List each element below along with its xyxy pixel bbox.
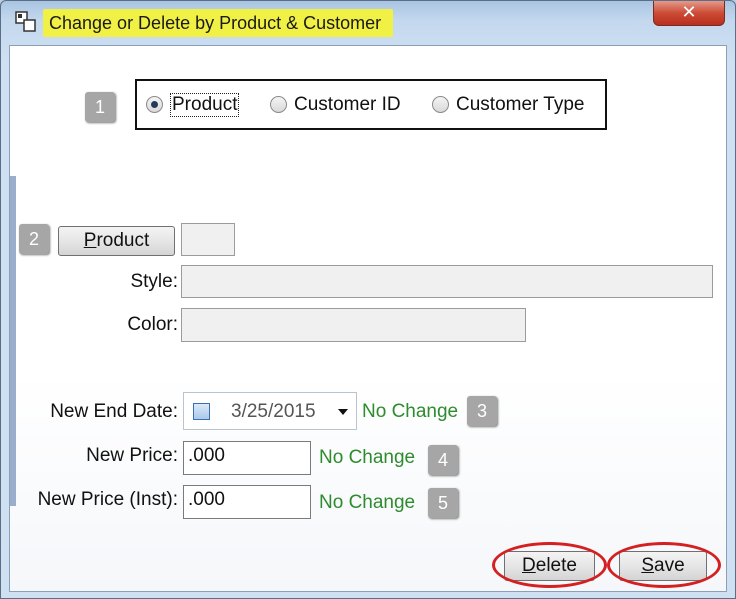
dialog-body: 1 Product Customer ID Customer Type 2 Pr…: [9, 45, 727, 592]
end-date-checkbox[interactable]: [193, 403, 210, 420]
radio-label-customer-type: Customer Type: [456, 94, 585, 115]
step-badge-4: 4: [428, 445, 458, 475]
left-edge-bar: [10, 176, 16, 506]
new-price-inst-label: New Price (Inst):: [37, 489, 178, 510]
close-icon: ✕: [681, 2, 697, 22]
radio-label-customer-id: Customer ID: [294, 94, 401, 115]
new-price-inst-input[interactable]: .000: [183, 485, 311, 519]
app-icon: [15, 11, 36, 32]
delete-annotation-circle: [492, 542, 607, 588]
product-lookup-button[interactable]: Product: [58, 226, 175, 256]
new-price-value: .000: [188, 445, 225, 466]
step-badge-3: 3: [467, 396, 497, 426]
title-bar[interactable]: Change or Delete by Product & Customer ✕: [1, 1, 735, 45]
save-annotation-circle: [607, 542, 721, 588]
new-price-inst-value: .000: [188, 489, 225, 510]
new-price-inst-status: No Change: [319, 492, 416, 513]
radio-selected-dot: [151, 101, 158, 108]
end-date-status: No Change: [362, 401, 459, 422]
close-button[interactable]: ✕: [653, 1, 725, 26]
dropdown-arrow-icon[interactable]: [338, 409, 348, 415]
new-price-label: New Price:: [86, 445, 178, 466]
style-label: Style:: [130, 271, 178, 292]
new-price-input[interactable]: .000: [183, 441, 311, 475]
step-badge-5: 5: [428, 488, 458, 518]
end-date-value: 3/25/2015: [231, 401, 316, 422]
new-price-status: No Change: [319, 447, 416, 468]
radio-label-product: Product: [170, 93, 240, 117]
radio-button-customer-type[interactable]: [432, 96, 449, 113]
window-title: Change or Delete by Product & Customer: [43, 9, 394, 37]
style-field[interactable]: [181, 265, 713, 298]
color-field[interactable]: [181, 308, 526, 342]
product-code-field[interactable]: [181, 223, 235, 256]
step-badge-2: 2: [19, 224, 49, 254]
dialog-window: Change or Delete by Product & Customer ✕…: [0, 0, 736, 599]
end-date-picker[interactable]: 3/25/2015: [183, 392, 357, 430]
color-label: Color:: [127, 314, 178, 335]
search-by-radio-group: Product Customer ID Customer Type: [135, 79, 607, 130]
radio-button-product[interactable]: [146, 96, 163, 113]
end-date-label: New End Date:: [50, 401, 178, 422]
radio-button-customer-id[interactable]: [270, 96, 287, 113]
product-button-label: Product: [83, 230, 150, 251]
step-badge-1: 1: [85, 92, 115, 122]
